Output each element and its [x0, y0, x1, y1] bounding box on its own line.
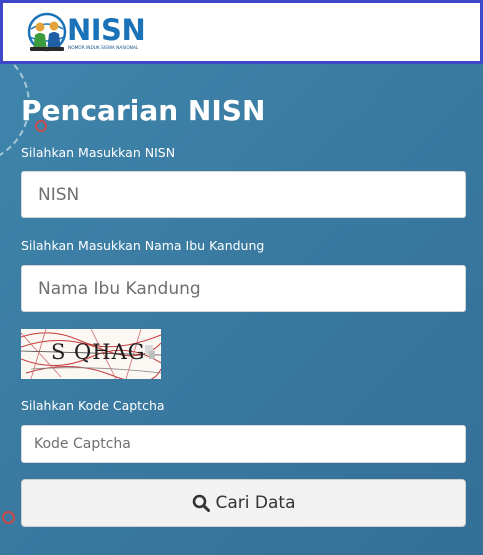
page-title: Pencarian NISN: [21, 94, 266, 127]
site-header: NISN NOMOR INDUK SISWA NASIONAL: [0, 0, 483, 64]
mother-name-input[interactable]: [21, 265, 466, 312]
captcha-noise: S QHAG: [21, 329, 161, 379]
captcha-image: S QHAG: [21, 329, 161, 379]
mother-name-label: Silahkan Masukkan Nama Ibu Kandung: [21, 238, 265, 253]
captcha-label: Silahkan Kode Captcha: [21, 398, 165, 413]
logo-wordmark: NISN: [67, 13, 146, 47]
nisn-input[interactable]: [21, 171, 466, 218]
search-panel: Pencarian NISN Silahkan Masukkan NISN Si…: [0, 64, 483, 555]
search-icon: [192, 494, 210, 512]
nisn-label: Silahkan Masukkan NISN: [21, 145, 176, 160]
logo-subtitle: NOMOR INDUK SISWA NASIONAL: [68, 46, 139, 51]
captcha-input[interactable]: [21, 425, 466, 463]
captcha-text: S QHAG: [51, 340, 146, 364]
students-logo-icon: [27, 12, 67, 52]
search-button-label: Cari Data: [215, 493, 296, 513]
decorative-ring: [2, 511, 15, 524]
nisn-logo[interactable]: NISN NOMOR INDUK SISWA NASIONAL: [25, 11, 146, 57]
search-submit-button[interactable]: Cari Data: [21, 479, 466, 527]
